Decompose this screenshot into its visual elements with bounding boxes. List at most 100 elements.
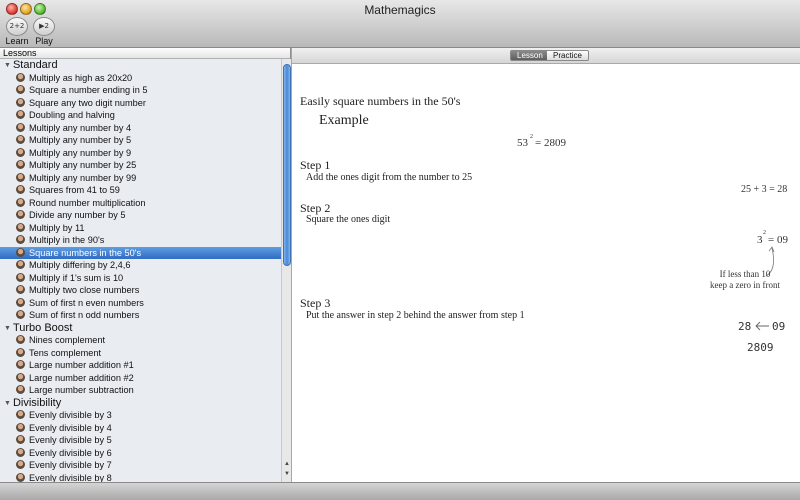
sidebar-lesson-item[interactable]: Multiply two close numbers (0, 284, 281, 297)
lesson-avatar-icon (16, 272, 25, 282)
sidebar-lesson-item[interactable]: Evenly divisible by 3 (0, 409, 281, 422)
play-button[interactable]: ▶2 Play (27, 17, 61, 46)
sidebar-lesson-item[interactable]: Multiply if 1's sum is 10 (0, 272, 281, 285)
lesson-avatar-icon (16, 160, 25, 169)
sidebar-lesson-item[interactable]: Large number addition #1 (0, 359, 281, 372)
final-left-number: 28 (738, 320, 752, 333)
sidebar-lesson-label: Square numbers in the 50's (29, 247, 142, 258)
sidebar-lesson-label: Multiply differing by 2,4,6 (29, 260, 131, 270)
lessons-header[interactable]: Lessons (0, 48, 290, 59)
sidebar-lesson-label: Doubling and halving (29, 110, 115, 120)
example-base: 53 (517, 137, 528, 149)
sidebar-lesson-label: Multiply any number by 99 (29, 172, 137, 183)
sidebar-group[interactable]: ▼ Turbo Boost (0, 322, 281, 335)
sidebar-lesson-item[interactable]: Divide any number by 5 (0, 209, 281, 222)
sidebar-lesson-item[interactable]: Square any two digit number (0, 97, 281, 110)
step-1-math: 25 + 3 = 28 (741, 184, 788, 195)
sidebar-lesson-label: Evenly divisible by 8 (29, 472, 112, 483)
sidebar-lesson-item[interactable]: Multiply any number by 4 (0, 122, 281, 135)
sidebar-lesson-label: Evenly divisible by 5 (29, 435, 112, 445)
sidebar-lesson-item[interactable]: Multiply any number by 9 (0, 147, 281, 160)
sidebar-lesson-item[interactable]: Multiply any number by 25 (0, 159, 281, 172)
lesson-avatar-icon (16, 472, 25, 482)
sidebar-group[interactable]: ▼ Divisibility (0, 397, 281, 410)
sidebar-lesson-label: Squares from 41 to 59 (29, 185, 120, 195)
sidebar-lesson-label: Multiply two close numbers (29, 285, 140, 295)
sidebar-lesson-item[interactable]: Large number addition #2 (0, 372, 281, 385)
lesson-avatar-icon (16, 347, 25, 357)
note-line-1: If less than 10 (719, 269, 771, 279)
sidebar-lesson-label: Multiply as high as 20x20 (29, 72, 133, 83)
lesson-avatar-icon (16, 97, 25, 107)
combine-arrow-icon (755, 321, 769, 331)
lesson-title: Easily square numbers in the 50's (300, 94, 461, 108)
lesson-avatar-icon (16, 422, 25, 432)
sidebar-lesson-label: Evenly divisible by 4 (29, 422, 112, 433)
sidebar-lesson-item[interactable]: Doubling and halving (0, 109, 281, 122)
step-3-title: Step 3 (300, 296, 331, 310)
sidebar-lesson-label: Evenly divisible by 3 (29, 410, 112, 420)
view-switcher-bar: Lesson Practice (292, 48, 800, 64)
sidebar-lesson-item[interactable]: Evenly divisible by 7 (0, 459, 281, 472)
sidebar-lesson-label: Large number subtraction (29, 385, 134, 395)
lesson-avatar-icon (16, 247, 25, 257)
scroll-down-arrow-icon[interactable]: ▼ (283, 470, 291, 479)
sidebar-lesson-item[interactable]: Nines complement (0, 334, 281, 347)
final-answer: 2809 (747, 341, 774, 354)
lesson-avatar-icon (16, 122, 25, 132)
sidebar-group[interactable]: ▼ Standard (0, 59, 281, 72)
sidebar-lesson-item[interactable]: Multiply in the 90's (0, 234, 281, 247)
lesson-avatar-icon (16, 372, 25, 382)
tab-practice[interactable]: Practice (547, 50, 589, 61)
learn-icon: 2+2 (6, 17, 28, 36)
lesson-content: Lesson Practice Easily square numbers in… (292, 48, 800, 482)
lesson-avatar-icon (16, 110, 25, 119)
sidebar-group-label: Standard (12, 59, 58, 71)
sidebar-lesson-label: Multiply by 11 (29, 222, 85, 233)
sidebar-lesson-item[interactable]: Multiply by 11 (0, 222, 281, 235)
lesson-avatar-icon (16, 460, 25, 469)
window-title: Mathemagics (364, 3, 436, 17)
bottom-status-bar (0, 482, 800, 500)
sidebar-lesson-item[interactable]: Sum of first n even numbers (0, 297, 281, 310)
sidebar-lesson-label: Large number addition #1 (29, 360, 134, 370)
sidebar-group-label: Divisibility (12, 396, 62, 409)
sidebar-lesson-item[interactable]: Multiply as high as 20x20 (0, 72, 281, 85)
disclosure-triangle-icon[interactable]: ▼ (4, 62, 11, 69)
sidebar-lesson-label: Nines complement (29, 335, 106, 345)
lesson-avatar-icon (16, 135, 25, 144)
lesson-avatar-icon (16, 260, 25, 269)
sidebar-lesson-item[interactable]: Tens complement (0, 347, 281, 360)
sidebar-lesson-label: Sum of first n even numbers (29, 297, 144, 308)
lesson-avatar-icon (16, 222, 25, 232)
scroll-thumb[interactable] (283, 64, 291, 266)
tab-lesson[interactable]: Lesson (510, 50, 550, 61)
sidebar-lesson-item[interactable]: Evenly divisible by 4 (0, 422, 281, 435)
sidebar-lesson-item[interactable]: Multiply differing by 2,4,6 (0, 259, 281, 272)
scroll-up-arrow-icon[interactable]: ▲ (283, 460, 291, 469)
disclosure-triangle-icon[interactable]: ▼ (4, 325, 11, 332)
sidebar-lesson-item[interactable]: Multiply any number by 99 (0, 172, 281, 185)
sidebar-lesson-item[interactable]: Sum of first n odd numbers (0, 309, 281, 322)
sidebar-lesson-item[interactable]: Round number multiplication (0, 197, 281, 210)
sidebar-lesson-item[interactable]: Evenly divisible by 8 (0, 472, 281, 483)
step-3-desc: Put the answer in step 2 behind the answ… (306, 310, 525, 321)
sidebar-lesson-item[interactable]: Squares from 41 to 59 (0, 184, 281, 197)
disclosure-triangle-icon[interactable]: ▼ (4, 400, 11, 407)
sidebar-lesson-item[interactable]: Multiply any number by 5 (0, 134, 281, 147)
final-right-number: 09 (772, 320, 786, 333)
sidebar-lesson-label: Sum of first n odd numbers (29, 310, 140, 320)
lesson-avatar-icon (16, 297, 25, 307)
lessons-list: ▼ Standard Multiply as high as 20x20 Square… (0, 59, 281, 482)
sidebar-lesson-item[interactable]: Large number subtraction (0, 384, 281, 397)
example-label: Example (319, 113, 369, 128)
example-result: = 2809 (535, 137, 566, 149)
sidebar-lesson-item[interactable]: Square numbers in the 50's (0, 246, 281, 259)
sidebar-lesson-item[interactable]: Evenly divisible by 5 (0, 434, 281, 447)
note-line-2: keep a zero in front (710, 280, 780, 290)
sidebar-lesson-item[interactable]: Evenly divisible by 6 (0, 447, 281, 460)
sidebar-lesson-item[interactable]: Square a number ending in 5 (0, 84, 281, 97)
lessons-scrollbar[interactable]: ▲ ▼ (281, 59, 291, 482)
lesson-avatar-icon (16, 235, 25, 244)
lesson-avatar-icon (16, 72, 25, 82)
